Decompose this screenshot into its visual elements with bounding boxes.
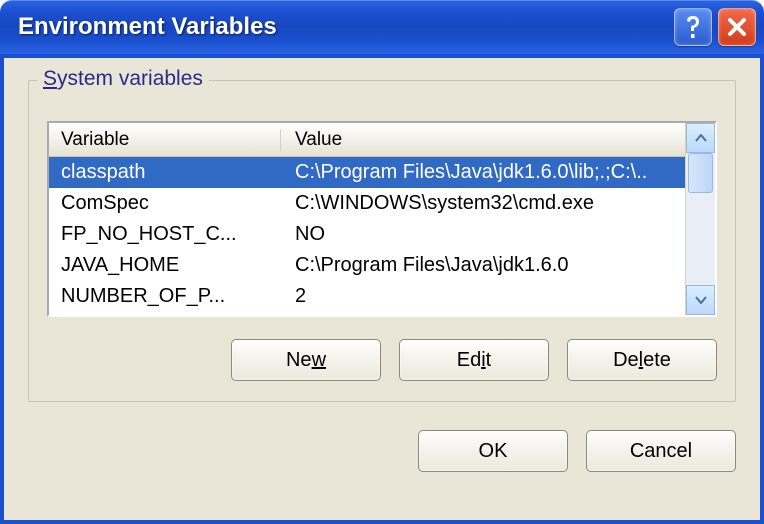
cell-variable: ComSpec: [49, 192, 281, 215]
scroll-track[interactable]: [686, 153, 715, 285]
table-row[interactable]: JAVA_HOME C:\Program Files\Java\jdk1.6.0: [49, 250, 685, 281]
cell-value: C:\Program Files\Java\jdk1.6.0: [281, 254, 681, 277]
client-area: System variables Variable Value classpat…: [0, 54, 764, 524]
system-variables-group: System variables Variable Value classpat…: [28, 80, 736, 402]
table-row[interactable]: classpath C:\Program Files\Java\jdk1.6.0…: [49, 157, 685, 188]
column-header-value[interactable]: Value: [281, 129, 685, 151]
table-row[interactable]: ComSpec C:\WINDOWS\system32\cmd.exe: [49, 188, 685, 219]
dialog-button-row: OK Cancel: [28, 430, 736, 472]
chevron-down-icon: [695, 296, 707, 304]
group-label-underline: S: [43, 67, 57, 90]
vertical-scrollbar[interactable]: [685, 123, 715, 315]
chevron-up-icon: [695, 134, 707, 142]
group-label: System variables: [37, 67, 209, 91]
group-label-rest: ystem variables: [57, 67, 203, 90]
close-button[interactable]: [718, 8, 756, 46]
table-row[interactable]: FP_NO_HOST_C... NO: [49, 219, 685, 250]
help-icon: [683, 14, 703, 40]
cell-value: C:\WINDOWS\system32\cmd.exe: [281, 192, 681, 215]
cancel-button[interactable]: Cancel: [586, 430, 736, 472]
help-button[interactable]: [674, 8, 712, 46]
scroll-up-button[interactable]: [686, 123, 715, 153]
cell-value: C:\Program Files\Java\jdk1.6.0\lib;.;C:\…: [281, 161, 681, 184]
scroll-thumb[interactable]: [688, 153, 713, 193]
scroll-down-button[interactable]: [686, 285, 715, 315]
cell-value: 2: [281, 285, 681, 308]
delete-button[interactable]: Delete: [567, 339, 717, 381]
variables-list[interactable]: Variable Value classpath C:\Program File…: [47, 121, 717, 317]
table-row[interactable]: NUMBER_OF_P... 2: [49, 281, 685, 312]
list-body: Variable Value classpath C:\Program File…: [49, 123, 685, 315]
ok-button[interactable]: OK: [418, 430, 568, 472]
cell-value: NO: [281, 223, 681, 246]
group-button-row: New Edit Delete: [47, 339, 717, 381]
title-bar: Environment Variables: [0, 0, 764, 54]
list-rows: classpath C:\Program Files\Java\jdk1.6.0…: [49, 157, 685, 315]
edit-button[interactable]: Edit: [399, 339, 549, 381]
close-icon: [727, 17, 747, 37]
cell-variable: classpath: [49, 161, 281, 184]
cell-variable: NUMBER_OF_P...: [49, 285, 281, 308]
list-header: Variable Value: [49, 123, 685, 157]
cell-variable: FP_NO_HOST_C...: [49, 223, 281, 246]
window-title: Environment Variables: [18, 13, 668, 41]
column-header-variable[interactable]: Variable: [49, 129, 281, 151]
cell-variable: JAVA_HOME: [49, 254, 281, 277]
new-button[interactable]: New: [231, 339, 381, 381]
